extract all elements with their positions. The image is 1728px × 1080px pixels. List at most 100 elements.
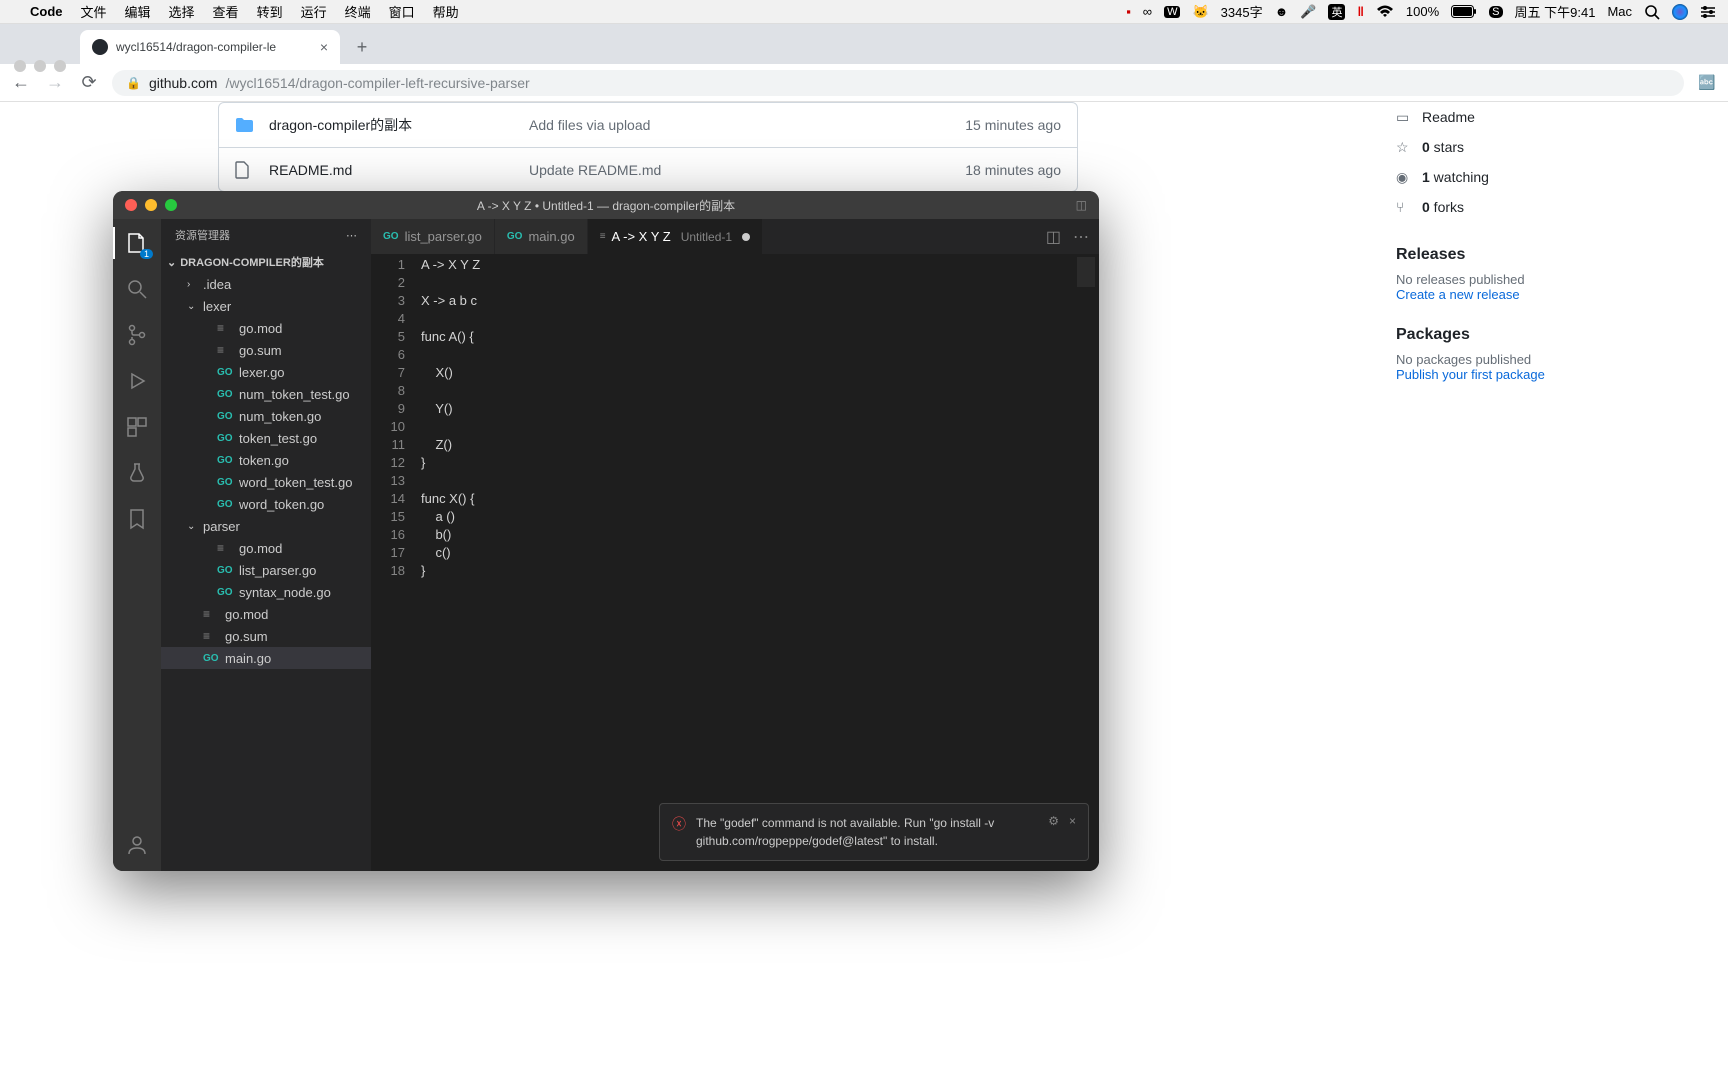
go-file-icon: GO — [217, 455, 233, 466]
tree-item-label: go.mod — [225, 607, 268, 622]
tree-folder[interactable]: ⌄lexer — [161, 295, 371, 317]
chrome-new-tab-button[interactable]: + — [348, 33, 376, 61]
status-word-count[interactable]: 3345字 — [1221, 2, 1263, 21]
tree-item-label: token.go — [239, 453, 289, 468]
vscode-title-bar[interactable]: A -> X Y Z • Untitled-1 — dragon-compile… — [113, 191, 1099, 219]
toast-settings-icon[interactable]: ⚙ — [1048, 814, 1059, 850]
menu-view[interactable]: 查看 — [213, 2, 239, 21]
status-battery-icon[interactable] — [1451, 5, 1477, 18]
file-icon: ≡ — [203, 629, 219, 643]
releases-link[interactable]: Create a new release — [1396, 287, 1700, 302]
close-window-icon[interactable] — [125, 199, 137, 211]
status-wifi-icon[interactable] — [1376, 5, 1394, 18]
tree-file[interactable]: GOword_token.go — [161, 493, 371, 515]
explorer-root[interactable]: ⌄ DRAGON-COMPILER的副本 — [161, 251, 371, 273]
activity-account-icon[interactable] — [123, 831, 151, 859]
editor-more-icon[interactable]: ⋯ — [1073, 227, 1089, 247]
chrome-forward-button[interactable]: → — [44, 72, 66, 93]
status-cat-icon[interactable]: 🐱 — [1192, 4, 1208, 20]
activity-scm-icon[interactable] — [123, 321, 151, 349]
status-siri-icon[interactable] — [1672, 4, 1688, 20]
status-clock[interactable]: 周五 下午9:41 — [1515, 2, 1596, 21]
status-waifu-icon[interactable]: W — [1164, 6, 1180, 18]
activity-debug-icon[interactable] — [123, 367, 151, 395]
activity-search-icon[interactable] — [123, 275, 151, 303]
code-content[interactable]: A -> X Y Z X -> a b c func A() { X() Y()… — [421, 256, 1099, 871]
packages-heading[interactable]: Packages — [1396, 326, 1700, 344]
menu-run[interactable]: 运行 — [301, 2, 327, 21]
activity-testing-icon[interactable] — [123, 459, 151, 487]
chrome-back-button[interactable]: ← — [10, 72, 32, 93]
editor-tab[interactable]: GOmain.go — [495, 219, 588, 254]
tree-file[interactable]: GO token.go — [161, 449, 371, 471]
status-mic-icon[interactable]: 🎤 — [1300, 4, 1316, 20]
editor-tab[interactable]: GOlist_parser.go — [371, 219, 495, 254]
status-battery[interactable]: 100% — [1406, 4, 1439, 19]
tree-file[interactable]: GOmain.go — [161, 647, 371, 669]
status-spotlight-icon[interactable] — [1644, 4, 1660, 20]
status-link-icon[interactable]: ∞ — [1143, 4, 1152, 19]
github-file-row[interactable]: dragon-compiler的副本 Add files via upload … — [219, 103, 1077, 147]
code-editor[interactable]: 123456789101112131415161718 A -> X Y Z X… — [371, 254, 1099, 871]
go-file-icon: GO — [217, 587, 233, 598]
menu-file[interactable]: 文件 — [81, 2, 107, 21]
status-user[interactable]: Mac — [1607, 4, 1632, 19]
sidebar-readme[interactable]: ▭ Readme — [1396, 102, 1700, 132]
menu-edit[interactable]: 编辑 — [125, 2, 151, 21]
tree-folder[interactable]: ⌄parser — [161, 515, 371, 537]
vscode-traffic-lights[interactable] — [125, 199, 177, 211]
status-ime[interactable]: 英 — [1328, 4, 1345, 20]
sidebar-forks[interactable]: ⑂ 0 forks — [1396, 192, 1700, 222]
gutter: 123456789101112131415161718 — [371, 256, 421, 871]
tree-file[interactable]: ≡go.sum — [161, 625, 371, 647]
menu-window[interactable]: 窗口 — [389, 2, 415, 21]
status-face-icon[interactable]: ☻ — [1275, 4, 1289, 19]
releases-heading[interactable]: Releases — [1396, 246, 1700, 264]
tree-file[interactable]: ≡go.mod — [161, 537, 371, 559]
github-favicon-icon — [92, 39, 108, 55]
fork-icon: ⑂ — [1396, 199, 1412, 215]
editor-tab[interactable]: ≡A -> X Y ZUntitled-1 — [588, 219, 763, 254]
activity-bookmark-icon[interactable] — [123, 505, 151, 533]
tree-file[interactable]: GOnum_token_test.go — [161, 383, 371, 405]
chrome-tab-active[interactable]: wycl16514/dragon-compiler-le × — [80, 30, 340, 64]
tree-file[interactable]: GOlexer.go — [161, 361, 371, 383]
activity-explorer-icon[interactable]: 1 — [123, 229, 151, 257]
tree-file[interactable]: ≡go.mod — [161, 603, 371, 625]
menu-select[interactable]: 选择 — [169, 2, 195, 21]
tree-file[interactable]: ≡go.mod — [161, 317, 371, 339]
tab-label: list_parser.go — [405, 229, 482, 244]
github-file-row[interactable]: README.md Update README.md 18 minutes ag… — [219, 147, 1077, 191]
status-recorder-icon[interactable]: ▪ — [1126, 4, 1131, 19]
layout-toggle-icon[interactable]: ◫ — [1076, 198, 1087, 212]
packages-link[interactable]: Publish your first package — [1396, 367, 1700, 382]
split-editor-icon[interactable]: ◫ — [1046, 227, 1061, 247]
status-app-icon[interactable]: S — [1489, 6, 1502, 18]
tree-folder[interactable]: ›.idea — [161, 273, 371, 295]
tree-file[interactable]: GOnum_token.go — [161, 405, 371, 427]
minimize-window-icon[interactable] — [145, 199, 157, 211]
app-name[interactable]: Code — [30, 4, 63, 19]
menu-help[interactable]: 帮助 — [433, 2, 459, 21]
chrome-translate-icon[interactable]: 🔤 — [1696, 74, 1718, 91]
tree-file[interactable]: GOword_token_test.go — [161, 471, 371, 493]
tree-file[interactable]: GOlist_parser.go — [161, 559, 371, 581]
menu-goto[interactable]: 转到 — [257, 2, 283, 21]
go-file-icon: GO — [217, 433, 233, 444]
tree-file[interactable]: ≡go.sum — [161, 339, 371, 361]
menu-terminal[interactable]: 终端 — [345, 2, 371, 21]
chrome-tab-close-icon[interactable]: × — [320, 39, 328, 55]
sidebar-watching[interactable]: ◉ 1 watching — [1396, 162, 1700, 192]
tree-file[interactable]: GOsyntax_node.go — [161, 581, 371, 603]
tree-file[interactable]: GOtoken_test.go — [161, 427, 371, 449]
minimap[interactable] — [1077, 257, 1095, 287]
chrome-traffic-lights[interactable] — [14, 60, 66, 72]
toast-close-icon[interactable]: × — [1069, 814, 1076, 850]
status-control-center-icon[interactable] — [1700, 5, 1716, 19]
status-pause-icon[interactable]: ‖ — [1357, 4, 1363, 19]
explorer-more-icon[interactable]: ⋯ — [346, 229, 357, 242]
activity-extensions-icon[interactable] — [123, 413, 151, 441]
sidebar-stars[interactable]: ☆ 0 stars — [1396, 132, 1700, 162]
chrome-address-bar[interactable]: 🔒 github.com/wycl16514/dragon-compiler-l… — [112, 70, 1684, 96]
zoom-window-icon[interactable] — [165, 199, 177, 211]
